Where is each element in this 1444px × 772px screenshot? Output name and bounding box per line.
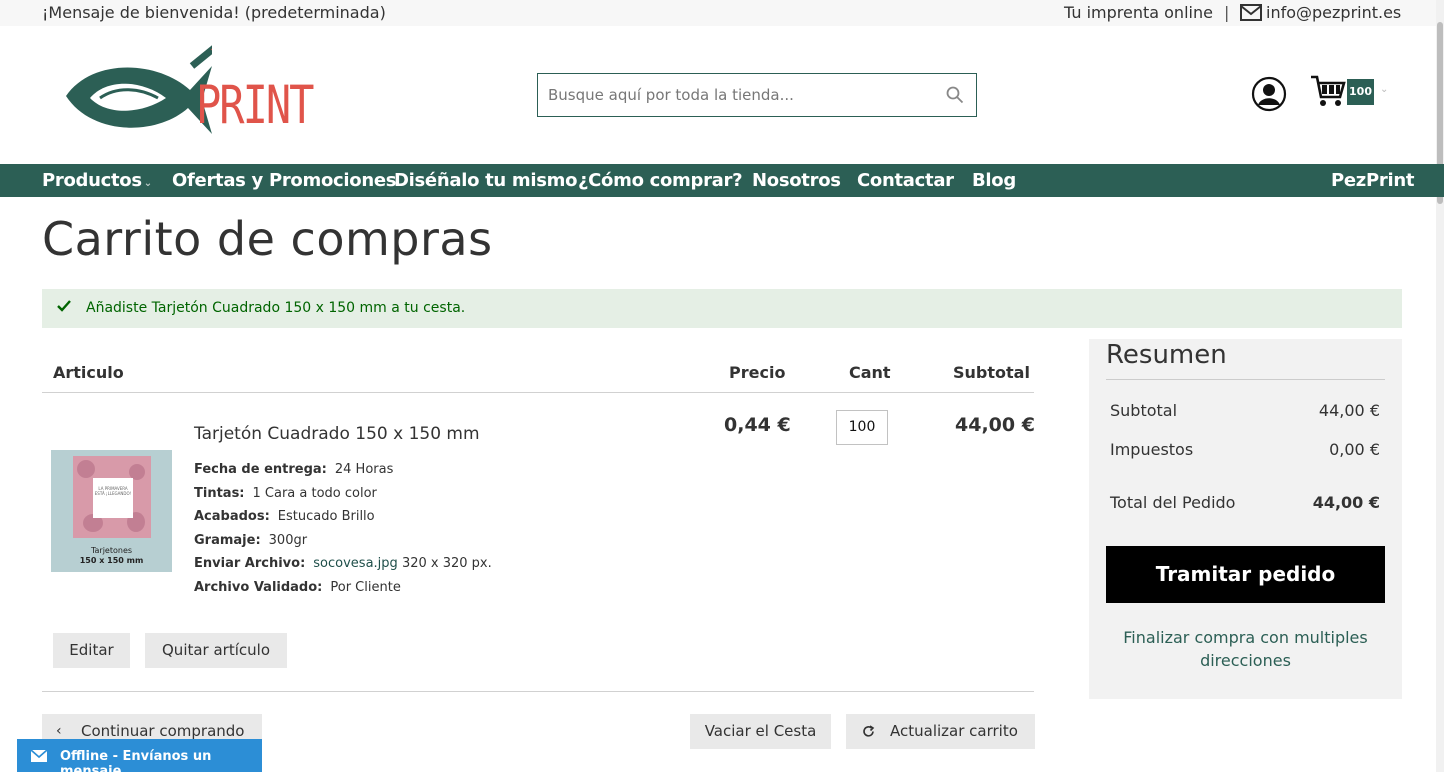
tagline: Tu imprenta online (1064, 3, 1213, 22)
column-header-qty: Cant (849, 363, 891, 382)
column-header-subtotal: Subtotal (953, 363, 1030, 382)
summary-label: Total del Pedido (1110, 493, 1236, 512)
column-header-item: Articulo (53, 363, 124, 382)
welcome-message: ¡Mensaje de bienvenida! (predeterminada) (42, 3, 386, 22)
option-value: Estucado Brillo (277, 509, 375, 524)
divider (42, 392, 1034, 393)
edit-button[interactable]: Editar (53, 633, 130, 668)
option-value: 24 Horas (334, 462, 394, 477)
summary-title: Resumen (1106, 340, 1227, 370)
option-label: Gramaje: (194, 533, 261, 548)
nav-item-contactar[interactable]: Contactar (857, 170, 954, 191)
refresh-icon (863, 725, 875, 737)
remove-item-button[interactable]: Quitar artículo (145, 633, 287, 668)
page-title: Carrito de compras (42, 212, 493, 266)
search-input[interactable] (538, 74, 938, 116)
option-label: Tintas: (194, 486, 245, 501)
summary-label: Subtotal (1110, 401, 1178, 420)
thumbnail-caption: Tarjetones 150 x 150 mm (51, 546, 172, 566)
product-name[interactable]: Tarjetón Cuadrado 150 x 150 mm (194, 424, 480, 444)
thumbnail-card: LA PRIMAVERA ESTÁ ¡LLEGANDO! (73, 456, 151, 538)
update-cart-button[interactable]: Actualizar carrito (846, 714, 1035, 749)
cart-count-badge[interactable]: 100 (1347, 79, 1374, 105)
option-row: Tintas: 1 Cara a todo color (194, 486, 377, 501)
nav-item-disenalo[interactable]: Diséñalo tu mismo (394, 170, 577, 191)
top-bar: ¡Mensaje de bienvenida! (predeterminada)… (0, 0, 1436, 26)
product-thumbnail[interactable]: LA PRIMAVERA ESTÁ ¡LLEGANDO! Tarjetones … (51, 450, 172, 572)
thumbnail-card-text: LA PRIMAVERA ESTÁ ¡LLEGANDO! (93, 478, 133, 518)
option-label: Acabados: (194, 509, 270, 524)
fish-logo-icon (66, 44, 212, 134)
nav-item-productos[interactable]: Productos ⌄ (42, 170, 152, 191)
nav-item-nosotros[interactable]: Nosotros (752, 170, 841, 191)
blossom-shape (77, 460, 95, 478)
envelope-icon (1240, 4, 1262, 21)
quantity-input[interactable]: 100 (836, 410, 888, 445)
option-row: Fecha de entrega: 24 Horas (194, 462, 393, 477)
nav-item-ofertas[interactable]: Ofertas y Promociones (172, 170, 396, 191)
nav-item-blog[interactable]: Blog (972, 170, 1016, 191)
order-summary: Resumen Subtotal 44,00 € Impuestos 0,00 € … (1089, 339, 1402, 699)
summary-subtotal-row: Subtotal 44,00 € (1110, 401, 1380, 420)
option-value: 300gr (268, 533, 308, 548)
divider (1106, 379, 1385, 380)
option-label: Fecha de entrega: (194, 462, 327, 477)
file-link[interactable]: socovesa.jpg (313, 556, 398, 571)
checkout-button[interactable]: Tramitar pedido (1106, 546, 1385, 603)
summary-value: 44,00 € (1318, 401, 1380, 420)
email-text: info@pezprint.es (1266, 3, 1402, 22)
option-row: Archivo Validado: Por Cliente (194, 580, 401, 595)
scrollbar[interactable] (1436, 0, 1444, 772)
search-box (537, 73, 977, 117)
empty-cart-button[interactable]: Vaciar el Cesta (690, 714, 831, 749)
item-subtotal: 44,00 € (955, 414, 1035, 436)
chat-label: Offline - Envíanos un mensaje (60, 749, 212, 772)
email-link[interactable]: info@pezprint.es (1240, 3, 1401, 22)
option-row: Acabados: Estucado Brillo (194, 509, 375, 524)
chat-widget[interactable]: Offline - Envíanos un mensaje (17, 739, 262, 772)
summary-total-row: Total del Pedido 44,00 € (1110, 493, 1380, 512)
cart-icon[interactable] (1310, 74, 1346, 108)
search-icon[interactable] (946, 86, 964, 104)
item-price: 0,44 € (724, 414, 791, 436)
summary-tax-row: Impuestos 0,00 € (1110, 440, 1380, 459)
thumbnail-caption-line: Tarjetones (90, 546, 133, 555)
option-row: Gramaje: 300gr (194, 533, 307, 548)
option-row: Enviar Archivo: socovesa.jpg 320 x 320 px… (194, 556, 492, 571)
account-icon[interactable] (1251, 76, 1287, 112)
checkmark-icon (57, 300, 71, 312)
option-value: 1 Cara a todo color (252, 486, 377, 501)
envelope-icon (31, 750, 47, 762)
option-value: Por Cliente (330, 580, 401, 595)
chevron-down-icon: ⌄ (143, 178, 152, 189)
main-nav: Productos ⌄ Ofertas y Promociones Diséñal… (0, 164, 1444, 197)
summary-label: Impuestos (1110, 440, 1194, 459)
logo-text: PRINT (196, 74, 314, 136)
success-message: Añadiste Tarjetón Cuadrado 150 x 150 mm … (42, 289, 1402, 328)
success-message-text: Añadiste Tarjetón Cuadrado 150 x 150 mm … (86, 300, 466, 316)
chevron-down-icon[interactable]: ⌄ (1380, 84, 1388, 95)
option-label: Archivo Validado: (194, 580, 323, 595)
nav-brand[interactable]: PezPrint (1331, 170, 1414, 191)
thumbnail-caption-line: 150 x 150 mm (79, 556, 144, 565)
update-cart-label: Actualizar carrito (890, 722, 1018, 740)
nav-item-como-comprar[interactable]: ¿Cómo comprar? (578, 170, 743, 191)
site-logo[interactable]: PRINT (62, 38, 314, 138)
summary-value: 44,00 € (1312, 493, 1380, 512)
separator: | (1224, 3, 1230, 22)
option-label: Enviar Archivo: (194, 556, 306, 571)
multi-address-checkout-link[interactable]: Finalizar compra con multiples direccion… (1106, 626, 1385, 672)
option-value: 320 x 320 px. (401, 556, 492, 571)
divider (42, 691, 1034, 692)
column-header-price: Precio (729, 363, 786, 382)
summary-value: 0,00 € (1329, 440, 1380, 459)
